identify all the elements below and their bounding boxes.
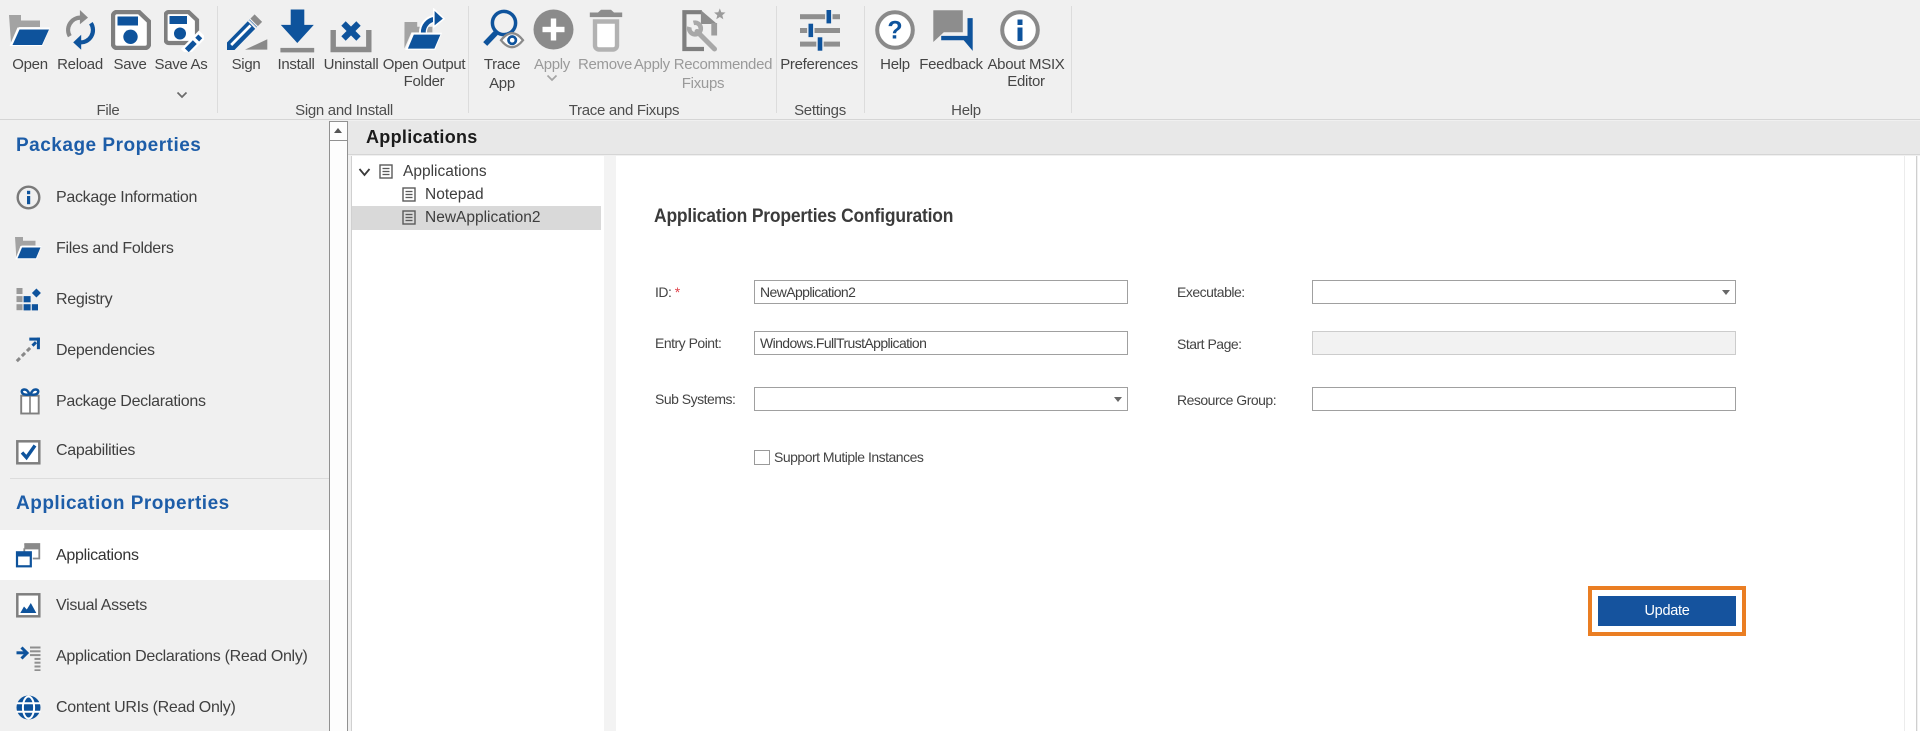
svg-text:?: ?: [887, 17, 902, 45]
